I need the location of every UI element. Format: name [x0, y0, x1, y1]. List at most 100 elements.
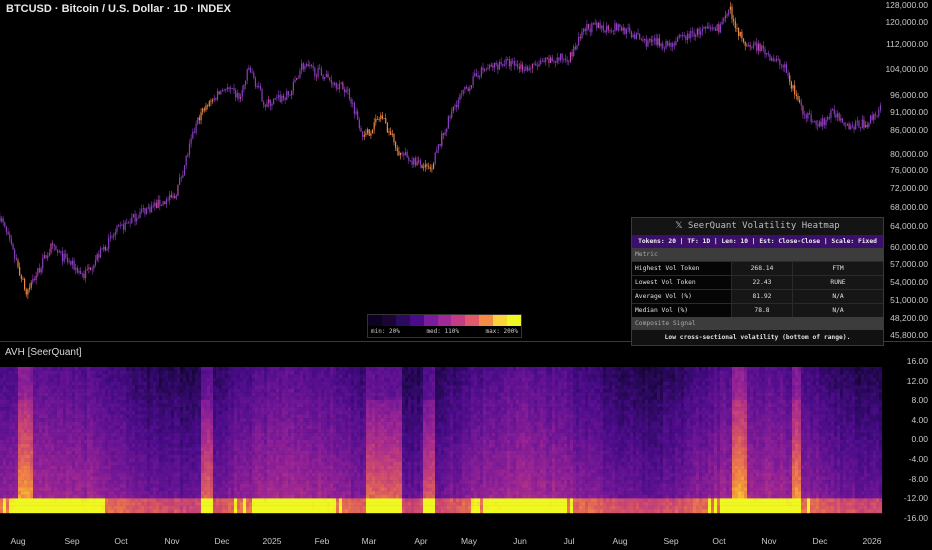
heat-cell — [141, 480, 145, 484]
heat-cell — [36, 407, 40, 411]
heat-cell — [159, 381, 163, 386]
heat-cell — [111, 509, 115, 514]
heat-cell — [18, 509, 22, 514]
heat-cell — [132, 399, 136, 404]
heat-cell — [90, 472, 94, 477]
heat-cell — [138, 425, 142, 430]
heat-cell — [105, 494, 109, 499]
heat-cell — [279, 509, 283, 514]
heat-cell — [57, 454, 61, 459]
heat-cell — [150, 447, 154, 452]
heat-cell — [0, 436, 4, 441]
heat-cell — [171, 454, 175, 459]
heat-cell — [198, 418, 202, 422]
heat-cell — [99, 450, 103, 455]
indicator-title[interactable]: AVH [SeerQuant] — [5, 347, 82, 358]
heat-cell — [27, 494, 31, 499]
heat-cell — [234, 429, 238, 433]
heat-cell — [78, 414, 82, 419]
heat-cell — [276, 472, 280, 477]
heat-cell — [48, 425, 52, 430]
heat-cell — [99, 425, 103, 430]
heat-cell — [177, 461, 181, 466]
heat-cell — [135, 374, 139, 379]
heat-cell — [144, 502, 148, 506]
heat-cell — [90, 450, 94, 455]
heat-cell — [84, 461, 88, 466]
heat-cell — [168, 370, 172, 375]
heat-cell — [63, 491, 67, 495]
heat-cell — [246, 505, 250, 510]
candle — [490, 64, 492, 66]
heat-cell — [123, 403, 127, 408]
heat-cell — [153, 480, 157, 484]
heat-cell — [30, 443, 34, 448]
heat-cell — [252, 472, 256, 477]
heat-cell — [45, 399, 49, 404]
heat-cell — [60, 407, 64, 411]
heat-cell — [117, 403, 121, 408]
heat-cell — [54, 480, 58, 484]
heat-cell — [267, 472, 271, 477]
heat-cell — [192, 370, 196, 375]
heat-cell — [30, 421, 34, 426]
heat-cell — [219, 367, 223, 371]
heat-cell — [72, 399, 76, 404]
heat-cell — [216, 476, 220, 481]
heat-cell — [90, 494, 94, 499]
heat-cell — [90, 381, 94, 386]
heat-cell — [102, 494, 106, 499]
candle — [856, 120, 858, 122]
heat-cell — [258, 454, 262, 459]
candle — [258, 85, 260, 87]
heat-cell — [3, 388, 7, 393]
candle — [513, 61, 515, 66]
heat-cell — [177, 392, 181, 397]
heat-cell — [174, 483, 178, 488]
heat-cell — [18, 432, 22, 437]
candle — [612, 30, 614, 32]
candle — [56, 249, 59, 253]
heat-cell — [285, 476, 289, 481]
heat-cell — [27, 461, 31, 466]
heat-cell — [207, 487, 211, 492]
heat-cell — [156, 425, 160, 430]
heat-cell — [228, 487, 232, 492]
heat-cell — [261, 502, 265, 506]
heat-cell — [93, 392, 97, 397]
candle — [690, 31, 692, 38]
heat-cell — [186, 483, 190, 488]
heat-cell — [150, 414, 154, 419]
heat-cell — [129, 476, 133, 481]
heat-cell — [123, 381, 127, 386]
heat-cell — [0, 388, 4, 393]
heat-cell — [117, 367, 121, 371]
heat-cell — [216, 425, 220, 430]
heat-cell — [189, 407, 193, 411]
heat-cell — [33, 429, 37, 433]
candle — [210, 101, 212, 102]
heat-cell — [282, 440, 286, 444]
heat-cell — [213, 432, 217, 437]
candle — [188, 143, 191, 155]
heat-cell — [267, 502, 271, 506]
heat-cell — [186, 505, 190, 510]
heat-cell — [21, 418, 25, 422]
heat-cell — [135, 476, 139, 481]
candle — [150, 205, 153, 213]
heat-cell — [168, 458, 172, 463]
heat-cell — [138, 418, 142, 422]
candle — [12, 243, 14, 250]
heat-cell — [132, 450, 136, 455]
heat-cell — [102, 436, 106, 441]
heat-cell — [63, 494, 67, 499]
heat-cell — [231, 403, 235, 408]
heat-cell — [78, 443, 82, 448]
candle — [563, 58, 565, 60]
heat-cell — [123, 502, 127, 506]
heat-cell — [129, 458, 133, 463]
heat-cell — [261, 440, 265, 444]
heat-cell — [159, 436, 163, 441]
candle — [424, 164, 426, 168]
heat-cell — [6, 483, 10, 488]
